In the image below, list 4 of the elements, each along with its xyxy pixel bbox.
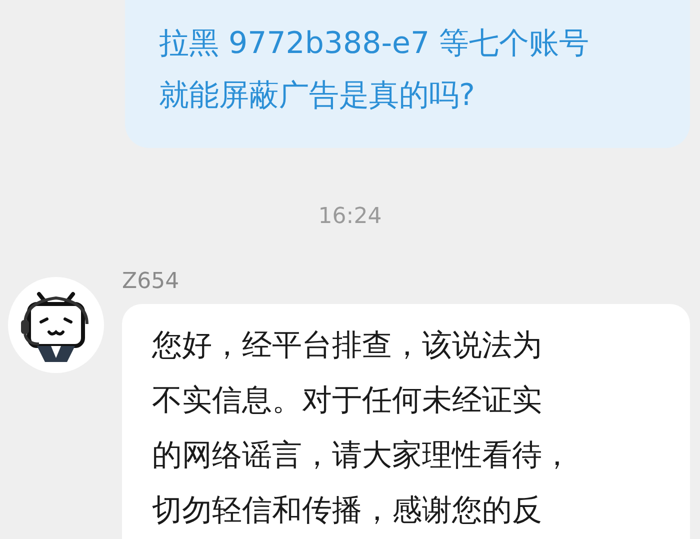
message-bubble: 您好，经平台排查，该说法为 不实信息。对于任何未经证实 的网络谣言，请大家理性看待， 切勿轻信和传播，感谢您的反 [122,304,690,539]
message-bubble: 拉黑 9772b388-e7 等七个账号 就能屏蔽广告是真的吗? [125,0,690,148]
timestamp: 16:24 [318,204,382,229]
sender-name: Z654 [122,269,180,294]
